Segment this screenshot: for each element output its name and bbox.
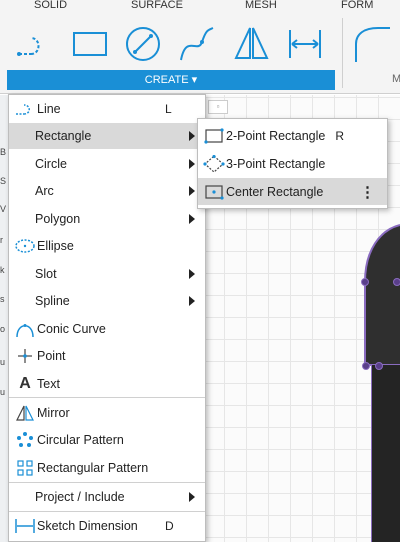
- menu-separator: [9, 397, 205, 398]
- menu-item-shortcut: L: [165, 102, 172, 116]
- rectangle-submenu: 2-Point Rectangle R 3-Point Rectangle Ce…: [197, 118, 388, 209]
- submenu-item-label: Center Rectangle: [226, 184, 324, 199]
- menu-item-label: Spline: [35, 294, 70, 308]
- submenu-item-3-point-rectangle[interactable]: 3-Point Rectangle: [198, 150, 387, 177]
- menu-separator: [9, 511, 205, 512]
- menu-item-label: Rectangle: [35, 129, 92, 143]
- menu-item-slot[interactable]: Slot: [9, 261, 205, 287]
- submenu-item-label: 3-Point Rectangle: [226, 156, 326, 171]
- menu-item-label: Polygon: [35, 212, 81, 226]
- mirror-icon: [13, 402, 37, 424]
- submenu-arrow-icon: [189, 131, 195, 141]
- two-point-rectangle-icon: [202, 125, 226, 147]
- menu-item-label: Point: [37, 349, 66, 363]
- submenu-item-shortcut: R: [335, 128, 345, 143]
- submenu-arrow-icon: [189, 492, 195, 502]
- menu-item-conic-curve[interactable]: Conic Curve: [9, 316, 205, 342]
- menu-item-label: Arc: [35, 184, 54, 198]
- menu-item-line[interactable]: Line L: [9, 96, 205, 122]
- menu-item-label: Line: [37, 102, 61, 116]
- conic-curve-icon: [13, 318, 37, 340]
- sketch-dimension-icon: [13, 515, 37, 537]
- menu-item-rectangle[interactable]: Rectangle: [9, 123, 205, 149]
- line-icon: [13, 98, 37, 120]
- ellipse-icon: [13, 235, 37, 257]
- submenu-arrow-icon: [189, 186, 195, 196]
- menu-item-label: Rectangular Pattern: [37, 461, 149, 475]
- submenu-arrow-icon: [189, 296, 195, 306]
- menu-separator: [9, 482, 205, 483]
- center-rectangle-icon: [202, 181, 226, 203]
- menu-item-circular-pattern[interactable]: Circular Pattern: [9, 427, 205, 453]
- menu-item-rectangular-pattern[interactable]: Rectangular Pattern: [9, 455, 205, 481]
- view-cube-hint: ▫: [208, 100, 228, 114]
- rectangular-pattern-icon: [13, 457, 37, 479]
- menu-item-circle[interactable]: Circle: [9, 151, 205, 177]
- menu-item-label: Ellipse: [37, 239, 74, 253]
- submenu-item-label: 2-Point Rectangle: [226, 128, 326, 143]
- menu-item-label: Project / Include: [35, 490, 125, 504]
- menu-item-project-include[interactable]: Project / Include: [9, 484, 205, 510]
- menu-item-label: Sketch Dimension: [37, 519, 138, 533]
- point-icon: [13, 345, 37, 367]
- menu-item-text[interactable]: A Text: [9, 371, 205, 397]
- submenu-arrow-icon: [189, 269, 195, 279]
- three-point-rectangle-icon: [202, 153, 226, 175]
- menu-item-label: Circular Pattern: [37, 433, 124, 447]
- menu-item-label: Text: [37, 377, 60, 391]
- menu-item-label: Slot: [35, 267, 57, 281]
- menu-item-label: Conic Curve: [37, 322, 106, 336]
- circular-pattern-icon: [13, 429, 37, 451]
- menu-item-shortcut: D: [165, 519, 174, 533]
- menu-item-label: Circle: [35, 157, 67, 171]
- submenu-item-center-rectangle[interactable]: Center Rectangle ⋮: [198, 178, 387, 205]
- more-options-icon[interactable]: ⋮: [360, 183, 375, 201]
- submenu-arrow-icon: [189, 214, 195, 224]
- menu-item-spline[interactable]: Spline: [9, 288, 205, 314]
- menu-item-ellipse[interactable]: Ellipse: [9, 233, 205, 259]
- menu-item-sketch-dimension[interactable]: Sketch Dimension D: [9, 513, 205, 539]
- submenu-arrow-icon: [189, 159, 195, 169]
- text-icon: A: [19, 375, 31, 392]
- menu-item-label: Mirror: [37, 406, 70, 420]
- create-dropdown-menu: Line L Rectangle Circle Arc Polygon Elli…: [8, 94, 206, 542]
- menu-item-point[interactable]: Point: [9, 343, 205, 369]
- menu-item-arc[interactable]: Arc: [9, 178, 205, 204]
- submenu-item-2-point-rectangle[interactable]: 2-Point Rectangle R: [198, 122, 387, 149]
- menu-item-mirror[interactable]: Mirror: [9, 400, 205, 426]
- menu-item-polygon[interactable]: Polygon: [9, 206, 205, 232]
